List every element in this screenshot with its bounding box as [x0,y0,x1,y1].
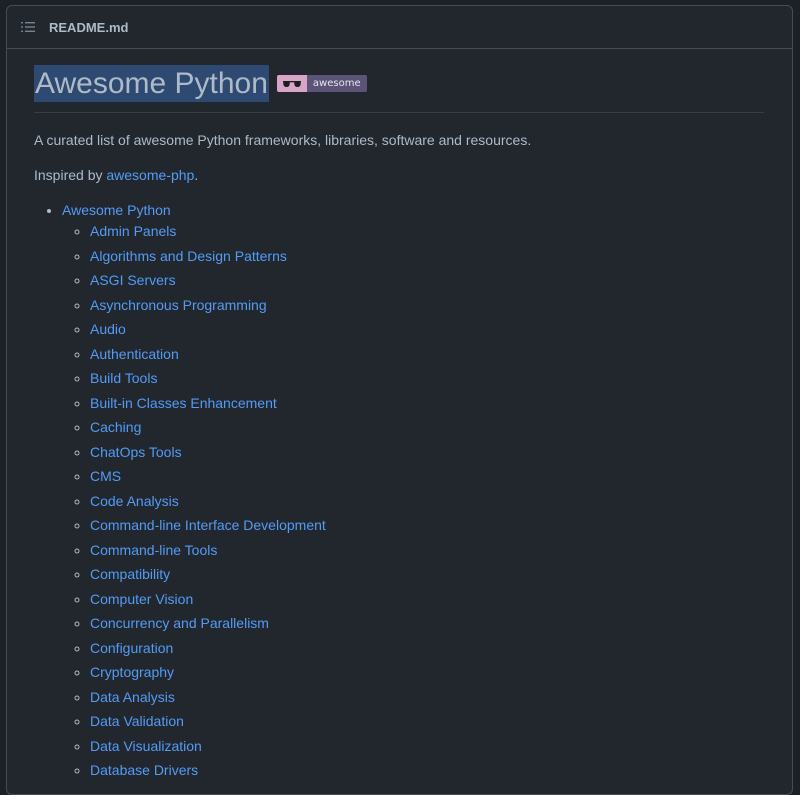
toc-link[interactable]: Authentication [90,346,179,362]
toc-item: Concurrency and Parallelism [90,614,792,632]
toc-root-item: Awesome Python Admin Panels Algorithms an… [62,201,792,779]
toc-item: Compatibility [90,565,792,583]
toc-item: Command-line Interface Development [90,516,792,534]
toc-link[interactable]: Concurrency and Parallelism [90,615,269,631]
badge-label: awesome [306,75,367,92]
awesome-php-link[interactable]: awesome-php [106,167,194,183]
toc-item: Build Tools [90,369,792,387]
toc-sublist: Admin Panels Algorithms and Design Patter… [62,222,792,779]
page-title: Awesome Python [34,65,269,102]
toc-link[interactable]: Cryptography [90,664,174,680]
toc-link[interactable]: Computer Vision [90,591,193,607]
sunglasses-icon [276,75,307,92]
toc-item: ChatOps Tools [90,443,792,461]
toc-link[interactable]: ASGI Servers [90,272,176,288]
toc-item: Algorithms and Design Patterns [90,247,792,265]
toc-link[interactable]: Database Drivers [90,762,198,778]
file-name[interactable]: README.md [49,20,128,35]
description: A curated list of awesome Python framewo… [34,132,532,148]
toc-link[interactable]: Asynchronous Programming [90,297,267,313]
toc-list: Awesome Python Admin Panels Algorithms an… [34,201,792,779]
toc-item: Built-in Classes Enhancement [90,394,792,412]
toc-link[interactable]: Build Tools [90,370,157,386]
toc-link[interactable]: Compatibility [90,566,170,582]
toc-item: Data Visualization [90,737,792,755]
inspired-prefix: Inspired by [34,167,107,183]
toc-item: Database Drivers [90,761,792,779]
toc-link[interactable]: Data Visualization [90,738,202,754]
toc-item: Command-line Tools [90,541,792,559]
toc-item: Data Analysis [90,688,792,706]
toc-item: CMS [90,467,792,485]
toc-link[interactable]: CMS [90,468,121,484]
toc-link[interactable]: Audio [90,321,126,337]
toc-item: ASGI Servers [90,271,792,289]
inspired-line: Inspired by awesome-php. [34,166,792,184]
toc-item: Configuration [90,639,792,657]
readme-content: Awesome Python awesome A curated list of… [7,55,792,779]
readme-panel: README.md Awesome Python awesome A curat… [6,5,793,795]
toc-link[interactable]: Command-line Interface Development [90,517,326,533]
toc-item: Caching [90,418,792,436]
toc-item: Computer Vision [90,590,792,608]
toc-item: Asynchronous Programming [90,296,792,314]
title-row: Awesome Python awesome [34,55,764,113]
awesome-badge[interactable]: awesome [276,75,367,92]
toc-item: Audio [90,320,792,338]
inspired-suffix: . [194,167,199,183]
toc-link[interactable]: Built-in Classes Enhancement [90,395,277,411]
toc-item: Code Analysis [90,492,792,510]
readme-header: README.md [7,6,792,49]
toc-item: Admin Panels [90,222,792,240]
toc-link[interactable]: Admin Panels [90,223,176,239]
toc-link[interactable]: Data Validation [90,713,184,729]
toc-item: Data Validation [90,712,792,730]
toc-link[interactable]: Algorithms and Design Patterns [90,248,287,264]
toc-item: Authentication [90,345,792,363]
toc-link[interactable]: Data Analysis [90,689,175,705]
toc-root-link[interactable]: Awesome Python [62,202,171,218]
list-unordered-icon[interactable] [21,20,35,34]
toc-link[interactable]: Command-line Tools [90,542,217,558]
toc-item: Cryptography [90,663,792,681]
toc-link[interactable]: Code Analysis [90,493,179,509]
toc-link[interactable]: Caching [90,419,141,435]
toc-link[interactable]: Configuration [90,640,173,656]
toc-link[interactable]: ChatOps Tools [90,444,182,460]
